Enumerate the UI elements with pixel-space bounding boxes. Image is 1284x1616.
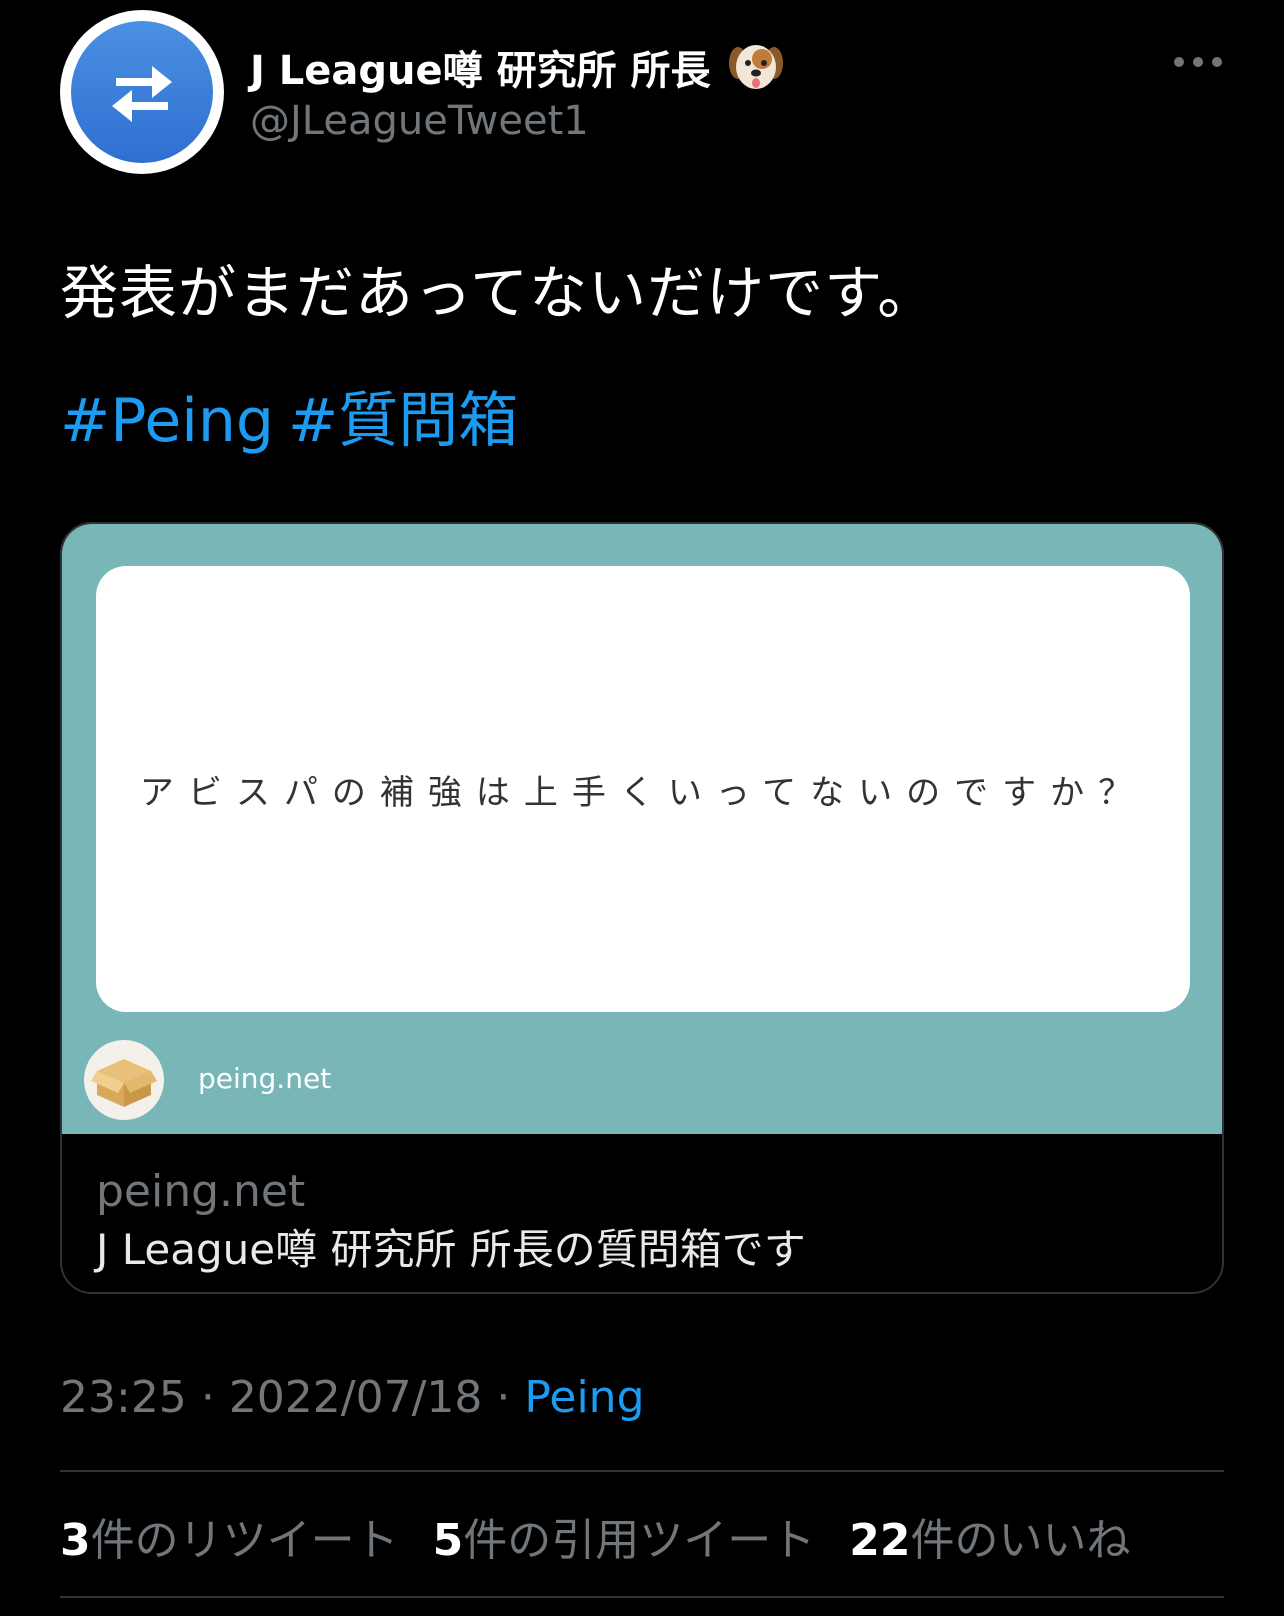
author-handle[interactable]: @JLeagueTweet1 bbox=[250, 98, 589, 144]
author-name-text: J League噂 研究所 所長 bbox=[250, 48, 711, 94]
hashtag-row: #Peing #質問箱 bbox=[60, 372, 532, 459]
question-box: アビスパの補強は上手くいってないのですか？ bbox=[96, 566, 1190, 1012]
hashtag-peing[interactable]: #Peing bbox=[60, 386, 274, 456]
cardboard-box-icon bbox=[84, 1040, 164, 1120]
swap-arrows-icon bbox=[71, 21, 213, 163]
retweet-count-value: 3 bbox=[60, 1515, 91, 1566]
divider bbox=[60, 1470, 1224, 1472]
tweet-detail: J League噂 研究所 所長 @JLeagueTweet1 発表がまだあって… bbox=[0, 0, 1284, 1616]
card-image-domain: peing.net bbox=[198, 1062, 332, 1095]
author-display-name[interactable]: J League噂 研究所 所長 bbox=[250, 38, 784, 99]
tweet-text: 発表がまだあってないだけです。 bbox=[60, 259, 937, 327]
separator-dot: · bbox=[200, 1372, 215, 1423]
dog-face-emoji-icon bbox=[729, 45, 784, 89]
retweet-count-label: 件のリツイート bbox=[90, 1515, 399, 1566]
hashtag-shitsumonbako[interactable]: #質問箱 bbox=[288, 386, 518, 456]
engagement-stats: 3件のリツイート 5件の引用ツイート 22件のいいね bbox=[60, 1504, 1130, 1568]
like-count[interactable]: 22件のいいね bbox=[849, 1504, 1130, 1568]
card-title: J League噂 研究所 所長の質問箱です bbox=[96, 1225, 806, 1274]
like-count-value: 22 bbox=[849, 1515, 911, 1566]
card-image: アビスパの補強は上手くいってないのですか？ peing.net bbox=[62, 524, 1222, 1134]
card-meta: peing.net J League噂 研究所 所長の質問箱です bbox=[62, 1134, 1222, 1292]
quote-count-value: 5 bbox=[432, 1515, 464, 1566]
separator-dot: · bbox=[496, 1372, 511, 1423]
like-count-label: 件のいいね bbox=[910, 1515, 1131, 1566]
tweet-time[interactable]: 23:25 bbox=[60, 1372, 187, 1423]
question-text: アビスパの補強は上手くいってないのですか？ bbox=[139, 772, 1147, 813]
quote-tweet-count[interactable]: 5件の引用ツイート bbox=[433, 1504, 816, 1568]
tweet-source-link[interactable]: Peing bbox=[524, 1372, 644, 1423]
tweet-date[interactable]: 2022/07/18 bbox=[229, 1372, 483, 1423]
retweet-count[interactable]: 3件のリツイート bbox=[60, 1504, 399, 1568]
card-domain: peing.net bbox=[96, 1166, 306, 1217]
quote-count-label: 件の引用ツイート bbox=[463, 1515, 816, 1566]
more-options-icon[interactable] bbox=[1174, 44, 1222, 80]
divider bbox=[60, 1596, 1224, 1598]
link-preview-card[interactable]: アビスパの補強は上手くいってないのですか？ peing.net peing.ne… bbox=[60, 522, 1224, 1294]
author-avatar[interactable] bbox=[60, 10, 224, 174]
tweet-timestamp: 23:25 · 2022/07/18 · Peing bbox=[60, 1372, 645, 1423]
